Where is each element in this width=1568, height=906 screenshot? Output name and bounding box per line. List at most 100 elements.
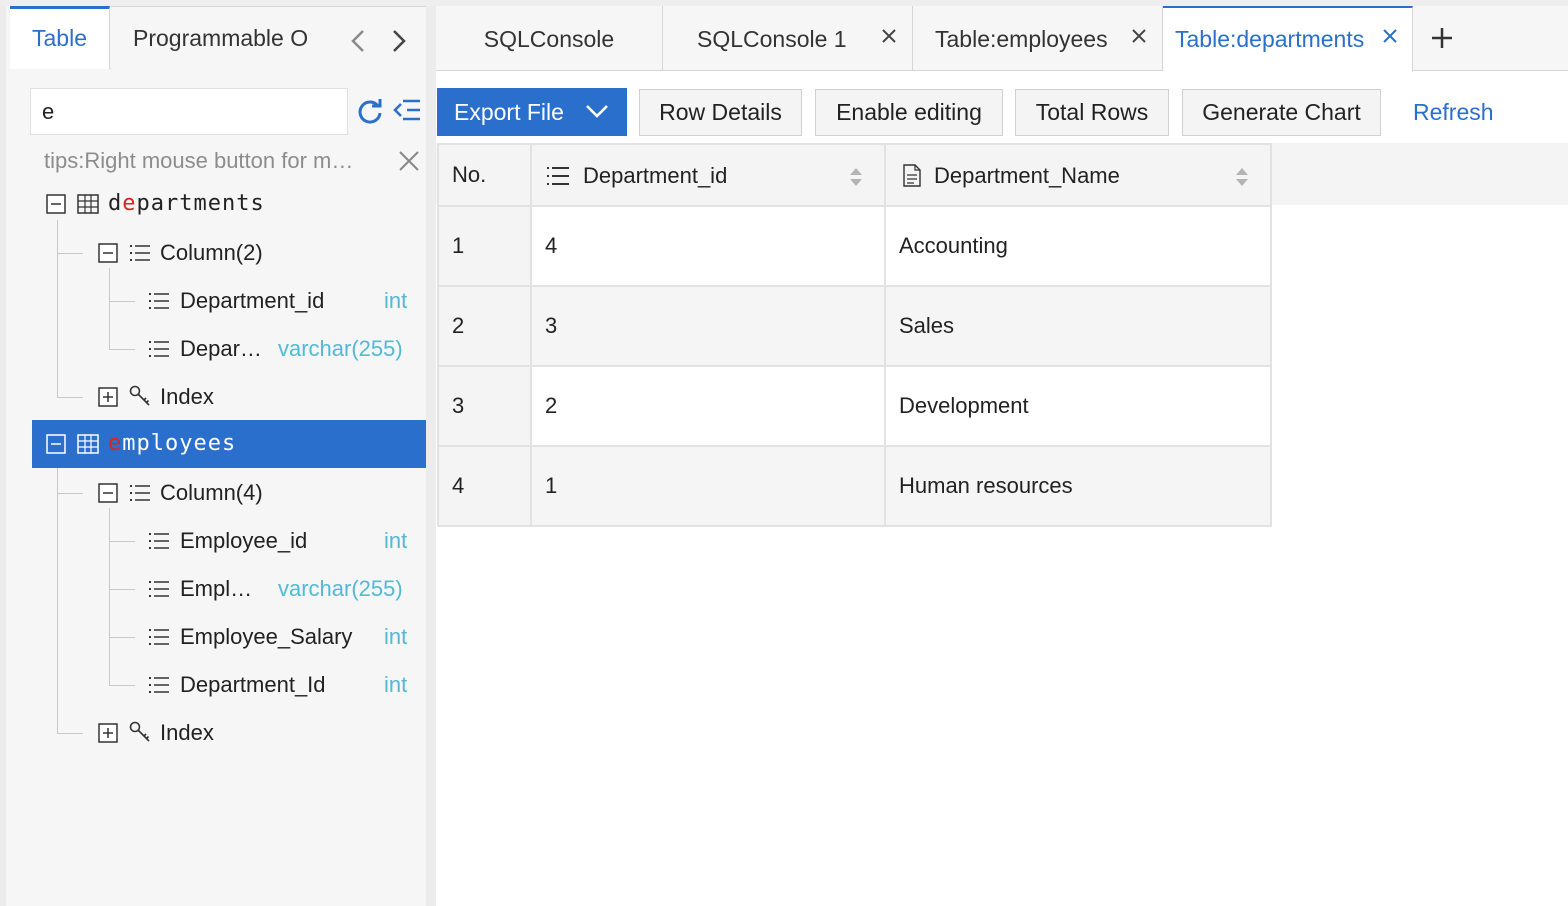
column-header-department-id[interactable]: Department_id <box>530 143 886 207</box>
tree-node-columns[interactable]: Column(2) <box>96 229 416 277</box>
tab-sqlconsole-1[interactable]: SQLConsole 1 <box>663 6 913 71</box>
sort-icon[interactable] <box>1234 165 1250 189</box>
tree-guide <box>109 508 110 685</box>
close-icon[interactable] <box>881 28 897 44</box>
left-tab-bar: Table Programmable O <box>10 6 426 69</box>
tab-programmable-label: Programmable O <box>133 25 309 51</box>
tab-table-departments[interactable]: Table:departments <box>1163 6 1413 72</box>
chevron-right-icon[interactable] <box>392 29 406 53</box>
tree-guide <box>109 589 135 590</box>
tree-node-index[interactable]: Index <box>96 709 416 757</box>
close-icon[interactable] <box>1382 28 1398 44</box>
department-name-cell[interactable]: Accounting <box>884 205 1272 287</box>
department-name-cell[interactable]: Human resources <box>884 445 1272 527</box>
panel-splitter[interactable] <box>426 6 436 906</box>
search-match: e <box>108 431 123 456</box>
collapse-icon[interactable] <box>98 483 118 503</box>
list-icon <box>149 581 169 597</box>
list-icon <box>149 533 169 549</box>
add-tab-icon[interactable] <box>1431 27 1453 49</box>
tab-programmable-objects[interactable]: Programmable O <box>111 6 426 69</box>
tree-node-employees[interactable]: employees <box>44 420 424 468</box>
key-icon <box>129 721 150 742</box>
department-name-cell[interactable]: Development <box>884 365 1272 447</box>
tree-guide <box>57 253 83 254</box>
data-grid: No. Department_id Department_Name 1 4 Ac… <box>437 143 1272 527</box>
list-icon <box>547 167 569 185</box>
name-rest: partments <box>136 191 265 216</box>
enable-editing-button[interactable]: Enable editing <box>815 89 1003 136</box>
tree-guide <box>57 460 58 733</box>
refresh-button[interactable]: Refresh <box>1413 89 1494 136</box>
tree-node-departments[interactable]: departments <box>44 180 424 228</box>
column-group-label: Column(2) <box>160 240 263 265</box>
column-header-department-name[interactable]: Department_Name <box>884 143 1272 207</box>
list-icon <box>149 629 169 645</box>
collapse-list-icon[interactable] <box>393 98 421 122</box>
tree-node-column[interactable]: Employee_id <box>148 517 378 565</box>
department-name-cell[interactable]: Sales <box>884 285 1272 367</box>
table-icon <box>77 194 99 214</box>
row-details-button[interactable]: Row Details <box>639 89 802 136</box>
close-icon[interactable] <box>398 150 420 172</box>
tree-node-columns[interactable]: Column(4) <box>96 469 416 517</box>
column-header-no: No. <box>437 143 532 207</box>
table-row[interactable]: 2 3 Sales <box>437 285 1272 367</box>
tree-guide <box>109 349 135 350</box>
name-rest: mployees <box>122 431 237 456</box>
search-input[interactable]: e <box>30 88 348 135</box>
column-name: Employee_id <box>180 528 308 553</box>
tab-table[interactable]: Table <box>10 6 110 69</box>
row-number-cell: 3 <box>437 365 532 447</box>
tips-text: tips:Right mouse button for m… <box>44 148 354 173</box>
export-file-button[interactable]: Export File <box>437 88 627 136</box>
tree-guide <box>109 541 135 542</box>
table-row[interactable]: 4 1 Human resources <box>437 445 1272 527</box>
row-number-cell: 4 <box>437 445 532 527</box>
left-panel: Table Programmable O e tips:Right mouse … <box>0 0 436 906</box>
header-label: No. <box>452 162 487 187</box>
column-type: int <box>384 624 408 649</box>
refresh-icon[interactable] <box>356 98 384 126</box>
column-group-label: Column(4) <box>160 480 263 505</box>
department-id-cell[interactable]: 3 <box>530 285 886 367</box>
table-name-employees: employees <box>108 420 236 468</box>
collapse-icon[interactable] <box>46 434 66 454</box>
department-id-cell[interactable]: 4 <box>530 205 886 287</box>
expand-icon[interactable] <box>98 723 118 743</box>
tree-guide <box>109 685 135 686</box>
column-name: Department_Id <box>180 672 326 697</box>
sort-icon[interactable] <box>848 165 864 189</box>
tree-node-column[interactable]: Empl… <box>148 565 278 613</box>
tree-node-column[interactable]: Employee_Salary <box>148 613 378 661</box>
table-row[interactable]: 3 2 Development <box>437 365 1272 447</box>
column-type: varchar(255) <box>278 576 403 601</box>
tab-sqlconsole[interactable]: SQLConsole <box>436 6 663 71</box>
search-match: e <box>122 191 137 216</box>
generate-chart-button[interactable]: Generate Chart <box>1182 89 1381 136</box>
tree-guide <box>57 493 83 494</box>
document-icon <box>903 164 921 187</box>
column-type: int <box>384 528 408 553</box>
row-number-cell: 1 <box>437 205 532 287</box>
tree-node-column[interactable]: Department_id <box>148 277 418 325</box>
tab-label: SQLConsole <box>483 26 615 52</box>
close-icon[interactable] <box>1131 28 1147 44</box>
tree-node-index[interactable]: Index <box>96 373 416 421</box>
header-label: Department_Name <box>934 163 1120 188</box>
collapse-icon[interactable] <box>46 194 66 214</box>
tab-table-employees[interactable]: Table:employees <box>913 6 1163 71</box>
department-id-cell[interactable]: 2 <box>530 365 886 447</box>
chevron-left-icon[interactable] <box>351 29 365 53</box>
collapse-icon[interactable] <box>98 243 118 263</box>
tree-node-column[interactable]: Department_Id <box>148 661 378 709</box>
row-number-cell: 2 <box>437 285 532 367</box>
tree-node-column[interactable]: Depar… <box>148 325 278 373</box>
table-row[interactable]: 1 4 Accounting <box>437 205 1272 287</box>
column-name: Depar… <box>180 336 262 361</box>
column-name: Empl… <box>180 576 253 601</box>
left-edge <box>0 6 6 906</box>
total-rows-button[interactable]: Total Rows <box>1015 89 1169 136</box>
expand-icon[interactable] <box>98 387 118 407</box>
department-id-cell[interactable]: 1 <box>530 445 886 527</box>
